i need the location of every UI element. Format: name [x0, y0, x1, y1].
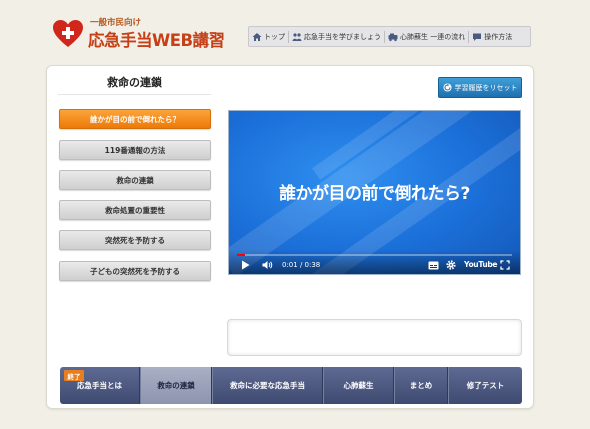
menu-item-prevent-child-death[interactable]: 子どもの突然死を予防する: [59, 261, 211, 281]
play-icon[interactable]: [241, 260, 250, 270]
home-icon: [252, 32, 262, 41]
menu-item-collapse[interactable]: 誰かが目の前で倒れたら？: [59, 109, 211, 129]
nav-learn-label: 応急手当を学びましょう: [304, 32, 381, 41]
menu-item-importance[interactable]: 救命処置の重要性: [59, 200, 211, 220]
menu-item-label: 救命処置の重要性: [105, 205, 165, 215]
top-navigation: トップ 応急手当を学びましょう 心肺蘇生 一連の流れ 操作方法: [248, 26, 531, 47]
nav-how-to[interactable]: 操作方法: [469, 27, 515, 46]
tab-label: 救命に必要な応急手当: [230, 381, 305, 390]
menu-item-prevent-sudden-death[interactable]: 突然死を予防する: [59, 230, 211, 250]
tab-summary[interactable]: まとめ: [394, 367, 448, 404]
youtube-logo[interactable]: YouTube: [464, 260, 498, 269]
tab-label: 応急手当とは: [77, 381, 122, 390]
chat-icon: [473, 33, 482, 41]
reset-history-button[interactable]: 学習履歴をリセット: [438, 77, 522, 98]
volume-icon[interactable]: [262, 260, 273, 270]
site-logo[interactable]: 一般市民向け 応急手当WEB講習: [52, 16, 232, 52]
tab-chain-of-survival[interactable]: 救命の連鎖: [140, 367, 212, 404]
nav-how-to-label: 操作方法: [484, 32, 513, 41]
nav-learn[interactable]: 応急手当を学びましょう: [289, 27, 384, 46]
nav-cpr-flow[interactable]: 心肺蘇生 一連の流れ: [385, 27, 468, 46]
menu-item-chain-of-survival[interactable]: 救命の連鎖: [59, 170, 211, 190]
fullscreen-icon[interactable]: [500, 260, 510, 270]
video-progress-track[interactable]: [237, 254, 512, 256]
refresh-icon: [442, 83, 452, 92]
video-title: 誰かが目の前で倒れたら?: [279, 184, 470, 204]
captions-icon[interactable]: [428, 261, 439, 270]
tab-cpr[interactable]: 心肺蘇生: [323, 367, 394, 404]
video-control-bar: 0:01 / 0:38 YouTube: [229, 250, 520, 274]
car-icon: [388, 33, 398, 41]
settings-gear-icon[interactable]: [446, 260, 456, 270]
menu-item-label: 119番通報の方法: [104, 145, 166, 155]
logo-title: 応急手当WEB講習: [88, 31, 225, 50]
video-time: 0:01 / 0:38: [282, 261, 321, 269]
reset-history-label: 学習履歴をリセット: [454, 83, 518, 92]
nav-top-label: トップ: [264, 32, 285, 41]
menu-item-label: 突然死を予防する: [105, 235, 165, 245]
tab-label: 救命の連鎖: [157, 381, 195, 390]
nav-top[interactable]: トップ: [249, 27, 288, 46]
menu-item-label: 誰かが目の前で倒れたら？: [90, 114, 180, 124]
menu-item-119-call[interactable]: 119番通報の方法: [59, 140, 211, 160]
menu-item-label: 救命の連鎖: [116, 175, 154, 185]
chapter-navigation: 応急手当とは 救命の連鎖 救命に必要な応急手当 心肺蘇生 まとめ 修了テスト: [60, 367, 522, 404]
video-player[interactable]: 誰かが目の前で倒れたら? 0:01 / 0:38 YouTube: [228, 110, 521, 275]
section-title: 救命の連鎖: [58, 69, 211, 95]
video-progress-fill: [237, 254, 246, 256]
tab-label: 修了テスト: [466, 381, 505, 390]
caption-text-box: [227, 319, 522, 356]
tab-final-test[interactable]: 修了テスト: [448, 367, 522, 404]
nav-cpr-flow-label: 心肺蘇生 一連の流れ: [400, 32, 466, 41]
menu-item-label: 子どもの突然死を予防する: [90, 266, 180, 276]
heart-cross-logo-icon: [53, 20, 83, 47]
tab-label: 心肺蘇生: [343, 381, 374, 390]
tab-lifesaving-first-aid[interactable]: 救命に必要な応急手当: [212, 367, 323, 404]
tab-label: まとめ: [409, 381, 433, 390]
people-icon: [292, 32, 302, 41]
completed-badge: 終了: [64, 370, 84, 381]
